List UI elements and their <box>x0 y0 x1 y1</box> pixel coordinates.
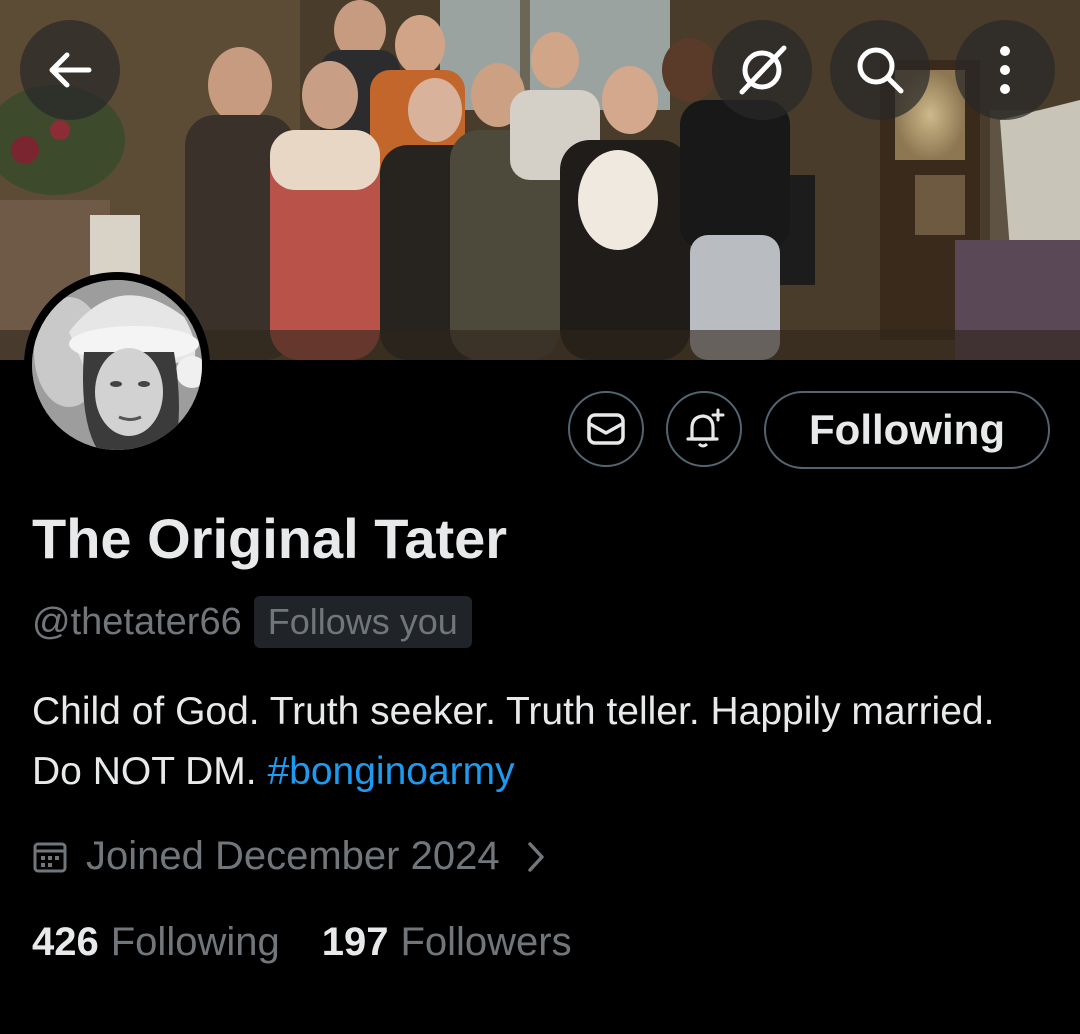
arrow-left-icon <box>49 52 92 88</box>
message-button[interactable] <box>568 391 644 467</box>
profile-bio: Child of God. Truth seeker. Truth teller… <box>32 682 1042 802</box>
following-button-label: Following <box>809 406 1005 453</box>
chevron-right-icon <box>527 841 544 872</box>
joined-date: Joined December 2024 <box>86 834 500 878</box>
followers-count: 197 <box>321 920 389 964</box>
display-name: The Original Tater <box>32 507 508 570</box>
grok-button[interactable] <box>712 20 812 120</box>
profile-avatar[interactable] <box>24 272 210 458</box>
calendar-icon <box>33 842 67 872</box>
envelope-icon <box>587 413 625 445</box>
following-stat[interactable]: 426 Following <box>32 920 280 965</box>
user-handle: @thetater66 <box>32 600 242 643</box>
avatar-photo <box>32 280 202 450</box>
bio-hashtag-link[interactable]: #bonginoarmy <box>267 750 514 793</box>
follow-stats: 426 Following 197 Followers <box>32 920 572 965</box>
following-button[interactable]: Following <box>764 391 1050 469</box>
following-count: 426 <box>32 920 99 964</box>
followers-stat[interactable]: 197 Followers <box>322 920 572 965</box>
joined-row[interactable]: Joined December 2024 <box>32 834 546 879</box>
bell-plus-icon <box>686 408 725 448</box>
search-button[interactable] <box>830 20 930 120</box>
search-icon <box>857 47 904 94</box>
notification-button[interactable] <box>666 391 742 467</box>
grok-icon <box>739 45 787 95</box>
followers-label: Followers <box>400 920 572 964</box>
more-button[interactable] <box>955 20 1055 120</box>
handle-row: @thetater66 Follows you <box>32 596 472 648</box>
follows-you-badge: Follows you <box>253 596 472 648</box>
more-vertical-icon <box>1000 46 1010 94</box>
back-button[interactable] <box>20 20 120 120</box>
following-label: Following <box>110 920 280 964</box>
